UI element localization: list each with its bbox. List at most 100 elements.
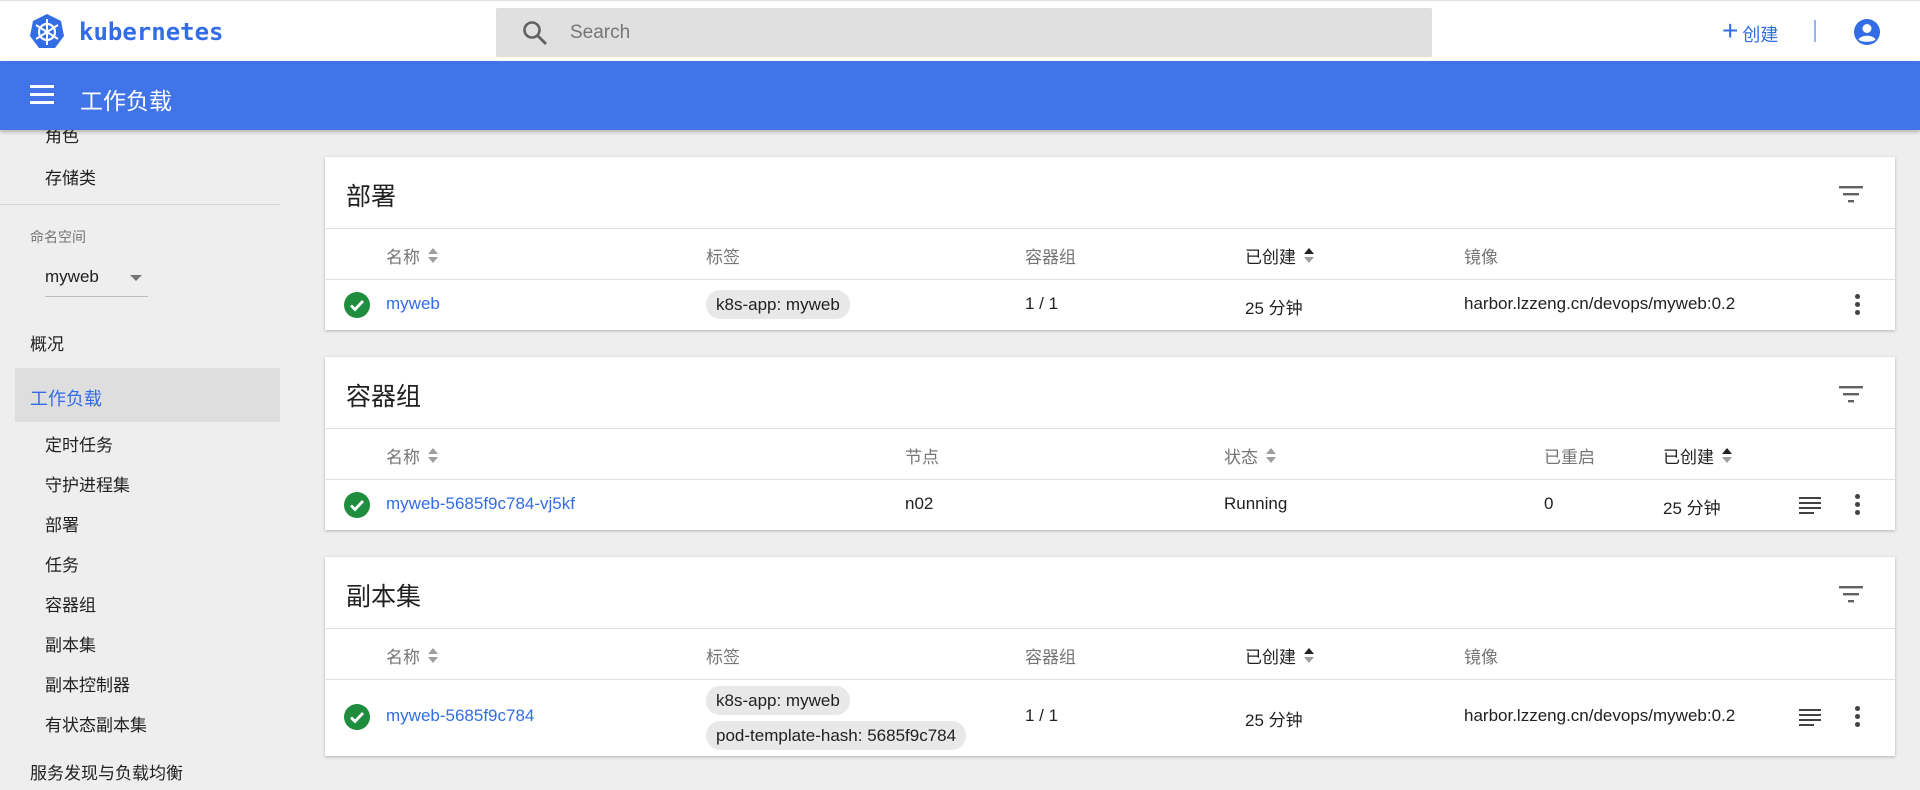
brand-name: kubernetes — [79, 18, 224, 46]
divider — [325, 228, 1895, 229]
sidebar-item-roles[interactable]: 角色 — [45, 130, 79, 147]
toolbar-divider — [1814, 20, 1816, 42]
namespace-label: 命名空间 — [30, 229, 86, 245]
column-header-name[interactable]: 名称 — [386, 243, 438, 268]
sort-icon — [428, 247, 438, 264]
sidebar-item-cronjobs[interactable]: 定时任务 — [45, 431, 113, 456]
deployment-name-link[interactable]: myweb — [386, 294, 440, 314]
logs-icon[interactable] — [1799, 709, 1821, 727]
pods-card: 容器组 名称 节点 状态 已重启 已创建 myweb-5685f9c784-vj… — [325, 357, 1895, 530]
search-input[interactable] — [570, 21, 1370, 44]
column-header-images: 镜像 — [1464, 648, 1498, 667]
account-icon[interactable] — [1853, 18, 1881, 46]
column-header-name[interactable]: 名称 — [386, 643, 438, 668]
column-header-created[interactable]: 已创建 — [1245, 643, 1314, 668]
sidebar-item-replicasets[interactable]: 副本集 — [45, 631, 96, 656]
column-header-name[interactable]: 名称 — [386, 443, 438, 468]
divider — [325, 479, 1895, 480]
check-circle-icon — [344, 292, 370, 318]
column-header-status[interactable]: 状态 — [1224, 443, 1276, 468]
column-header-images: 镜像 — [1464, 248, 1498, 267]
more-vert-icon[interactable] — [1855, 706, 1861, 728]
sidebar-item-storage-class[interactable]: 存储类 — [45, 164, 96, 189]
namespace-value: myweb — [45, 267, 99, 286]
more-vert-icon[interactable] — [1855, 294, 1861, 316]
replicaset-name-link[interactable]: myweb-5685f9c784 — [386, 706, 534, 726]
check-circle-icon — [344, 492, 370, 518]
chevron-down-icon — [130, 275, 142, 281]
column-header-created[interactable]: 已创建 — [1663, 443, 1732, 468]
label-chip: k8s-app: myweb — [706, 290, 850, 319]
column-header-labels: 标签 — [706, 248, 740, 267]
column-header-restarts: 已重启 — [1544, 448, 1595, 467]
sidebar-item-overview[interactable]: 概况 — [30, 330, 64, 355]
sort-icon — [1304, 647, 1314, 664]
card-title: 部署 — [346, 183, 397, 211]
pod-status: Running — [1224, 494, 1288, 513]
image-name: harbor.lzzeng.cn/devops/myweb:0.2 — [1464, 294, 1736, 313]
label-chip: pod-template-hash: 5685f9c784 — [706, 721, 967, 750]
sidebar: 角色 存储类 命名空间 myweb 概况 工作负载 定时任务 守护进程集 部署 … — [0, 130, 280, 790]
header-label: 名称 — [386, 248, 420, 267]
pods-count: 1 / 1 — [1025, 294, 1059, 313]
create-button[interactable]: + 创建 — [1722, 15, 1778, 47]
filter-icon[interactable] — [1839, 185, 1863, 203]
sidebar-item-daemonsets[interactable]: 守护进程集 — [45, 471, 130, 496]
filter-icon[interactable] — [1839, 385, 1863, 403]
sort-icon — [1266, 447, 1276, 464]
sidebar-item-workloads-label: 工作负载 — [30, 389, 102, 409]
sort-icon — [1304, 247, 1314, 264]
divider — [325, 679, 1895, 680]
header-label: 已创建 — [1245, 648, 1296, 667]
logs-icon[interactable] — [1799, 497, 1821, 515]
created-age: 25 分钟 — [1245, 299, 1303, 318]
sidebar-item-discovery[interactable]: 服务发现与负载均衡 — [30, 759, 183, 784]
header-label: 状态 — [1224, 448, 1258, 467]
top-bar: kubernetes + 创建 — [0, 0, 1920, 61]
header-label: 名称 — [386, 448, 420, 467]
create-button-label: 创建 — [1742, 25, 1779, 45]
card-title: 副本集 — [346, 583, 422, 611]
header-label: 名称 — [386, 648, 420, 667]
sidebar-item-statefulsets[interactable]: 有状态副本集 — [45, 711, 147, 736]
pod-name-link[interactable]: myweb-5685f9c784-vj5kf — [386, 494, 575, 514]
image-name: harbor.lzzeng.cn/devops/myweb:0.2 — [1464, 706, 1736, 725]
column-header-created[interactable]: 已创建 — [1245, 243, 1314, 268]
sidebar-divider — [0, 204, 280, 205]
created-age: 25 分钟 — [1245, 711, 1303, 730]
kubernetes-wheel-icon — [30, 14, 64, 48]
label-chip: k8s-app: myweb — [706, 686, 850, 715]
node-name: n02 — [905, 494, 934, 513]
deployments-card: 部署 名称 标签 容器组 已创建 镜像 myweb k8s-app: myweb… — [325, 157, 1895, 330]
sidebar-item-jobs[interactable]: 任务 — [45, 551, 79, 576]
divider — [325, 279, 1895, 280]
column-header-node: 节点 — [905, 448, 939, 467]
pods-count: 1 / 1 — [1025, 706, 1059, 725]
sort-icon — [1722, 447, 1732, 464]
search-icon — [523, 20, 547, 45]
page-title: 工作负载 — [80, 88, 172, 114]
replicasets-card: 副本集 名称 标签 容器组 已创建 镜像 myweb-5685f9c784 k8… — [325, 557, 1895, 756]
search-bar[interactable] — [496, 8, 1432, 57]
header-label: 已创建 — [1663, 448, 1714, 467]
column-header-pods: 容器组 — [1025, 248, 1076, 267]
created-age: 25 分钟 — [1663, 499, 1721, 518]
restart-count: 0 — [1544, 494, 1554, 513]
header-label: 已创建 — [1245, 248, 1296, 267]
divider — [325, 428, 1895, 429]
sidebar-item-replication-controllers[interactable]: 副本控制器 — [45, 671, 130, 696]
plus-icon: + — [1722, 15, 1739, 46]
namespace-select[interactable]: myweb — [45, 267, 148, 297]
filter-icon[interactable] — [1839, 585, 1863, 603]
sort-icon — [428, 647, 438, 664]
sort-icon — [428, 447, 438, 464]
more-vert-icon[interactable] — [1855, 494, 1861, 516]
app-bar: 工作负载 — [0, 61, 1920, 130]
card-title: 容器组 — [346, 383, 422, 411]
column-header-labels: 标签 — [706, 648, 740, 667]
menu-icon[interactable] — [30, 85, 54, 105]
kubernetes-logo[interactable]: kubernetes — [28, 13, 224, 51]
sidebar-item-pods[interactable]: 容器组 — [45, 591, 96, 616]
check-circle-icon — [344, 704, 370, 730]
sidebar-item-deployments[interactable]: 部署 — [45, 511, 79, 536]
